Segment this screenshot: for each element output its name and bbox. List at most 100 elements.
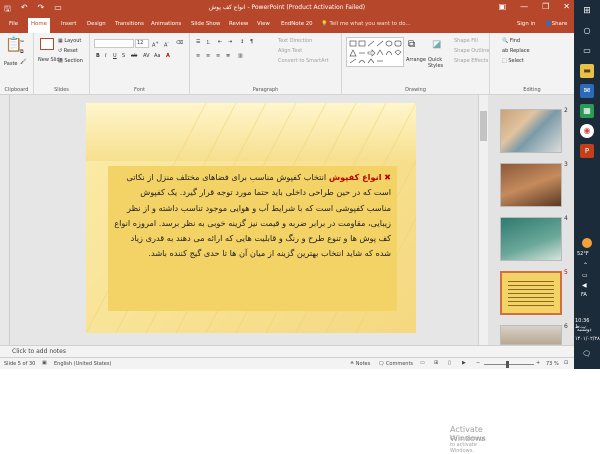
font-name-field[interactable] [94, 39, 134, 48]
tab-home[interactable]: Home [28, 18, 50, 33]
replace-button[interactable]: ab Replace [502, 48, 530, 54]
shape-fill-button[interactable]: Shape Fill [454, 38, 478, 44]
thumbnail-slide-3[interactable] [500, 163, 562, 207]
ribbon-display-icon[interactable]: ▣ [499, 2, 507, 11]
thumbnail-slide-2[interactable] [500, 109, 562, 153]
left-collapsed-pane[interactable] [0, 95, 10, 345]
layout-button[interactable]: ▦ Layout [58, 38, 81, 44]
numbering-icon[interactable]: ⒈ [206, 39, 211, 46]
grow-font-icon[interactable]: A+ [152, 40, 159, 49]
slide-canvas[interactable]: ✖ انواع کفپوش انتخاب کفپوش مناسب برای فض… [86, 103, 416, 333]
mail-icon[interactable]: ✉ [580, 84, 594, 98]
bold-icon[interactable]: B [96, 53, 100, 59]
shapes-gallery[interactable] [346, 37, 404, 67]
arrange-icon[interactable]: ⧉ [408, 39, 415, 50]
tab-design[interactable]: Design [84, 20, 109, 28]
select-button[interactable]: ⬚ Select [502, 58, 524, 64]
close-button[interactable]: ✕ [563, 2, 570, 11]
reading-view-icon[interactable]: ▯ [448, 360, 451, 366]
tab-file[interactable]: File [6, 20, 21, 28]
columns-icon[interactable]: ▥ [238, 53, 243, 59]
scrollbar-thumb[interactable] [480, 111, 487, 141]
tab-insert[interactable]: Insert [58, 20, 79, 28]
find-button[interactable]: 🔍 Find [502, 38, 520, 44]
font-color-icon[interactable]: A [166, 53, 170, 59]
align-text-button[interactable]: Align Text [278, 48, 302, 54]
network-icon[interactable]: ▭ [582, 272, 588, 279]
volume-icon[interactable]: ◀ [582, 282, 587, 289]
restore-button[interactable]: ❐ [542, 2, 549, 11]
tray-chevron-icon[interactable]: ⌃ [583, 262, 588, 269]
tab-animations[interactable]: Animations [148, 20, 184, 28]
zoom-slider-thumb[interactable] [506, 361, 509, 368]
notes-pane[interactable]: Click to add notes [0, 345, 574, 357]
zoom-out-icon[interactable]: − [476, 360, 480, 366]
store-icon[interactable]: ▦ [580, 104, 594, 118]
paste-button[interactable]: Paste [4, 61, 18, 67]
shape-effects-button[interactable]: Shape Effects [454, 58, 488, 64]
align-center-icon[interactable]: ≡ [206, 53, 210, 59]
powerpoint-taskbar-icon[interactable]: P [580, 144, 594, 158]
clock-date[interactable]: ۱۴۰۱/۰۲/۲۸ [575, 336, 600, 342]
tell-me-box[interactable]: 💡 Tell me what you want to do... [318, 20, 414, 28]
tab-review[interactable]: Review [226, 20, 251, 28]
shape-outline-button[interactable]: Shape Outline [454, 48, 489, 54]
reset-button[interactable]: ↺ Reset [58, 48, 78, 54]
slideshow-view-icon[interactable]: ▶ [462, 360, 466, 366]
search-icon[interactable]: ○ [580, 24, 594, 38]
cut-icon[interactable]: ✂ [20, 39, 24, 45]
bullets-icon[interactable]: ☰ [196, 39, 200, 45]
copy-icon[interactable]: ⧉ [20, 49, 24, 55]
slide-text-box[interactable]: ✖ انواع کفپوش انتخاب کفپوش مناسب برای فض… [108, 166, 397, 311]
new-slide-icon[interactable] [40, 38, 54, 50]
zoom-level[interactable]: 73 % [546, 361, 559, 367]
thumbnail-slide-5-selected[interactable] [500, 271, 562, 315]
windows-start-icon[interactable]: ⊞ [580, 4, 594, 18]
tab-endnote[interactable]: EndNote 20 [278, 20, 316, 28]
rtl-icon[interactable]: ¶ [250, 39, 253, 45]
text-direction-button[interactable]: Text Direction [278, 38, 312, 44]
char-spacing-icon[interactable]: AV [143, 53, 150, 59]
quick-styles-icon[interactable]: ◪ [432, 39, 441, 50]
increase-indent-icon[interactable]: ⇥ [228, 39, 232, 45]
tab-slideshow[interactable]: Slide Show [188, 20, 223, 28]
font-size-field[interactable]: 12 [135, 39, 149, 48]
decrease-indent-icon[interactable]: ⇤ [218, 39, 222, 45]
thumbnail-slide-4[interactable] [500, 217, 562, 261]
clear-format-icon[interactable]: ⌫ [176, 40, 183, 46]
vertical-scrollbar[interactable] [478, 95, 488, 345]
task-view-icon[interactable]: ▭ [580, 44, 594, 58]
justify-icon[interactable]: ≣ [226, 53, 230, 59]
spellcheck-icon[interactable]: ▣ [42, 360, 47, 366]
keyboard-language[interactable]: FA [581, 292, 587, 298]
zoom-in-icon[interactable]: + [536, 360, 540, 366]
italic-icon[interactable]: I [105, 53, 106, 59]
chrome-icon[interactable]: ◉ [580, 124, 594, 138]
align-left-icon[interactable]: ≡ [196, 53, 200, 59]
notification-icon[interactable]: 🗨 [582, 350, 591, 358]
zoom-slider[interactable] [484, 361, 534, 368]
shrink-font-icon[interactable]: A- [164, 40, 169, 49]
normal-view-icon[interactable]: ▭ [420, 360, 425, 366]
language-indicator[interactable]: English (United States) [54, 361, 111, 367]
strikethrough-icon[interactable]: ab [131, 53, 137, 59]
thumbnail-slide-6[interactable] [500, 325, 562, 345]
tab-transitions[interactable]: Transitions [112, 20, 147, 28]
comments-toggle[interactable]: 🗨 Comments [378, 361, 413, 367]
sign-in-link[interactable]: Sign in [514, 20, 538, 28]
minimize-button[interactable]: — [520, 2, 528, 11]
quick-styles-button[interactable]: Quick Styles [428, 57, 452, 69]
align-right-icon[interactable]: ≡ [216, 53, 220, 59]
underline-icon[interactable]: U [113, 53, 117, 59]
section-button[interactable]: ▤ Section [58, 58, 83, 64]
arrange-button[interactable]: Arrange [406, 57, 426, 63]
fit-slide-icon[interactable]: ⊡ [564, 360, 568, 366]
format-painter-icon[interactable]: 🖌 [20, 59, 26, 65]
line-spacing-icon[interactable]: ↕ [240, 39, 244, 45]
share-button[interactable]: 👤Share [542, 20, 570, 28]
notes-toggle[interactable]: ≙ Notes [350, 361, 370, 367]
tab-view[interactable]: View [254, 20, 273, 28]
weather-icon[interactable] [582, 238, 592, 248]
convert-smartart-button[interactable]: Convert to SmartArt [278, 58, 329, 64]
file-explorer-icon[interactable]: ▬ [580, 64, 594, 78]
